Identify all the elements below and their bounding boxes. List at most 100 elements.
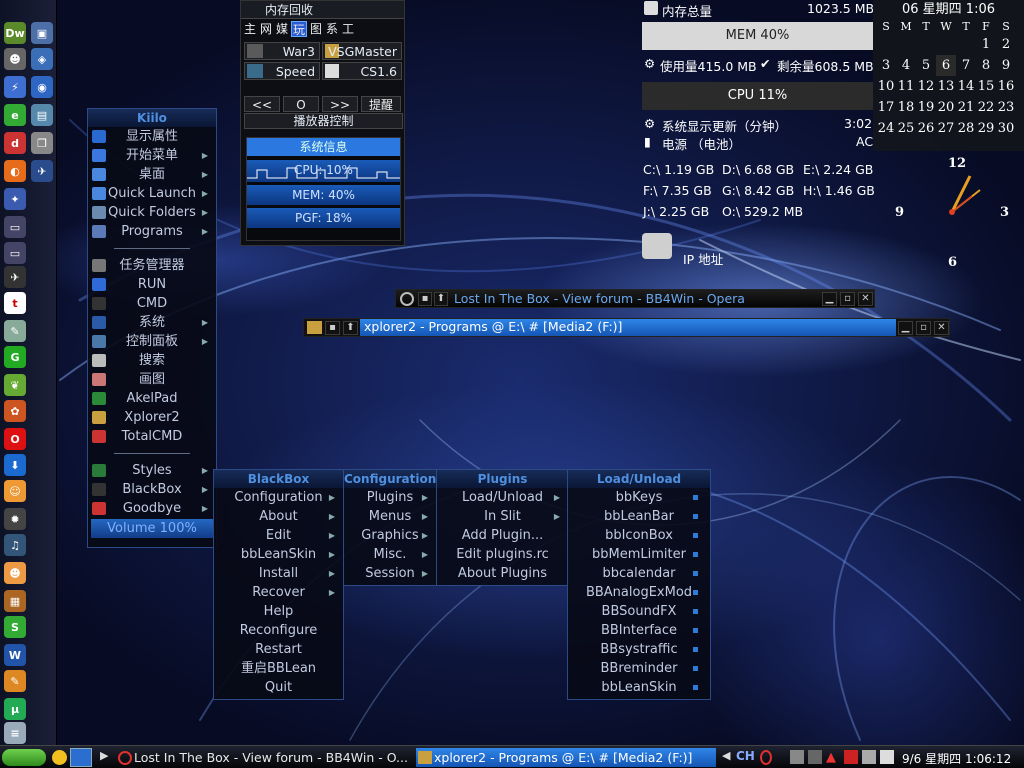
- kiilo-item-blackbox[interactable]: BlackBox ▶: [88, 480, 216, 499]
- plugins-item-add-plugin[interactable]: Add Plugin...: [437, 526, 568, 545]
- xplorer-minimize-button[interactable]: ▁: [898, 321, 913, 335]
- tool-icon[interactable]: ✦: [4, 188, 26, 210]
- blackbox-item-install[interactable]: Install ▶: [214, 564, 343, 583]
- network-icon[interactable]: ◈: [31, 48, 53, 70]
- tray-monitor-icon[interactable]: [808, 750, 822, 764]
- qq-icon[interactable]: ☻: [4, 48, 26, 70]
- tab-system[interactable]: 系: [325, 21, 339, 37]
- plugin-toggle-bbreminder[interactable]: BBreminder: [568, 659, 710, 678]
- calendar-day[interactable]: 17: [876, 97, 896, 118]
- package-icon[interactable]: ▣: [31, 22, 53, 44]
- flower-icon[interactable]: ✿: [4, 400, 26, 422]
- plugins-item-load-unload[interactable]: Load/Unload ▶: [437, 488, 568, 507]
- taskbar-clock[interactable]: 9/6 星期四 1:06:12: [902, 750, 1011, 767]
- tab-net[interactable]: 网: [259, 21, 273, 37]
- taskbar-task-opera[interactable]: Lost In The Box - View forum - BB4Win - …: [116, 748, 412, 767]
- calendar-day[interactable]: 25: [896, 118, 916, 139]
- tray-network-icon[interactable]: [790, 750, 804, 764]
- show-desktop-icon[interactable]: [70, 748, 92, 767]
- xplorer-app-icon[interactable]: [307, 321, 322, 334]
- calendar-day[interactable]: 29: [976, 118, 996, 139]
- xplorer-close-button[interactable]: ✕: [934, 321, 949, 335]
- language-indicator[interactable]: CH: [736, 749, 755, 763]
- kiilo-item-quick-folders[interactable]: Quick Folders ▶: [88, 203, 216, 222]
- calendar-day[interactable]: 16: [996, 76, 1016, 97]
- xplorer-window-titlebar[interactable]: ▪ ⬆ xplorer2 - Programs @ E:\ # [Media2 …: [303, 318, 950, 337]
- opera-minimize-button[interactable]: ▁: [822, 292, 837, 306]
- calendar-day[interactable]: 13: [936, 76, 956, 97]
- tray-arrow-icon[interactable]: ▶: [100, 749, 108, 762]
- kiilo-item-styles[interactable]: Styles ▶: [88, 461, 216, 480]
- tray-collapse-icon[interactable]: ◀: [722, 749, 730, 762]
- plugin-toggle-bbleanbar[interactable]: bbLeanBar: [568, 507, 710, 526]
- stop-button[interactable]: O: [283, 96, 319, 112]
- kiilo-item-[interactable]: 控制面板 ▶: [88, 332, 216, 351]
- game-war3[interactable]: War3: [244, 42, 320, 60]
- calendar-day[interactable]: 24: [876, 118, 896, 139]
- face-icon[interactable]: ☻: [4, 562, 26, 584]
- dictionary-icon[interactable]: d: [4, 132, 26, 154]
- disc-icon[interactable]: ≡: [4, 722, 26, 744]
- calendar-day[interactable]: 23: [996, 97, 1016, 118]
- config-item-session[interactable]: Session ▶: [344, 564, 436, 583]
- plugin-toggle-bbanalogexmod[interactable]: BBAnalogExMod: [568, 583, 710, 602]
- volume-item[interactable]: Volume 100%: [91, 519, 213, 538]
- kiilo-item-quick-launch[interactable]: Quick Launch ▶: [88, 184, 216, 203]
- calendar-day[interactable]: 28: [956, 118, 976, 139]
- bird-icon[interactable]: ✈: [31, 160, 53, 182]
- blackbox-item-reconfigure[interactable]: Reconfigure: [214, 621, 343, 640]
- blackbox-item-edit[interactable]: Edit ▶: [214, 526, 343, 545]
- tab-games[interactable]: 玩: [291, 21, 307, 37]
- taskbar-task-xplorer[interactable]: xplorer2 - Programs @ E:\ # [Media2 (F:)…: [416, 748, 716, 767]
- opera-window-titlebar[interactable]: ▪ ⬆ Lost In The Box - View forum - BB4Wi…: [395, 289, 875, 308]
- tab-tools[interactable]: 工: [341, 21, 355, 37]
- plugins-item-about-plugins[interactable]: About Plugins: [437, 564, 568, 583]
- opera-icon[interactable]: O: [4, 428, 26, 450]
- plugin-toggle-bbcalendar[interactable]: bbcalendar: [568, 564, 710, 583]
- tray-opera-icon[interactable]: [760, 750, 772, 765]
- plugin-toggle-bbsystraffic[interactable]: BBsystraffic: [568, 640, 710, 659]
- plugin-toggle-bbmemlimiter[interactable]: bbMemLimiter: [568, 545, 710, 564]
- blackbox-item-help[interactable]: Help: [214, 602, 343, 621]
- config-item-plugins[interactable]: Plugins ▶: [344, 488, 436, 507]
- calendar-day[interactable]: 1: [976, 34, 996, 55]
- calendar-day[interactable]: 30: [996, 118, 1016, 139]
- calendar-day[interactable]: 15: [976, 76, 996, 97]
- tab-media[interactable]: 媒: [275, 21, 289, 37]
- kiilo-item-programs[interactable]: Programs ▶: [88, 222, 216, 241]
- tray-tool-icon[interactable]: [862, 750, 876, 764]
- blackbox-item-restart[interactable]: Restart: [214, 640, 343, 659]
- calendar-day[interactable]: 5: [916, 55, 936, 76]
- opera-rollup-button[interactable]: ⬆: [434, 292, 448, 306]
- plane-icon[interactable]: ✈: [4, 266, 26, 288]
- opera-maximize-button[interactable]: ▫: [840, 292, 855, 306]
- plugin-toggle-bbiconbox[interactable]: bbIconBox: [568, 526, 710, 545]
- config-item-misc[interactable]: Misc. ▶: [344, 545, 436, 564]
- calendar-day[interactable]: 6: [936, 55, 956, 76]
- game-vsgmaster[interactable]: VSGMaster: [322, 42, 402, 60]
- cartoon-icon[interactable]: ☺: [4, 480, 26, 502]
- kiilo-item-[interactable]: 开始菜单 ▶: [88, 146, 216, 165]
- plugins-item-edit-plugins-rc[interactable]: Edit plugins.rc: [437, 545, 568, 564]
- audio-icon[interactable]: ♫: [4, 534, 26, 556]
- calendar-day[interactable]: 7: [956, 55, 976, 76]
- tab-main[interactable]: 主: [243, 21, 257, 37]
- calendar-day[interactable]: 22: [976, 97, 996, 118]
- plugin-toggle-bbleanskin[interactable]: bbLeanSkin: [568, 678, 710, 697]
- parrot-icon[interactable]: ❦: [4, 374, 26, 396]
- globe-icon[interactable]: ◉: [31, 76, 53, 98]
- kiilo-item-[interactable]: 画图: [88, 370, 216, 389]
- dreamweaver-icon[interactable]: Dw: [4, 22, 26, 44]
- opera-app-icon[interactable]: [400, 292, 414, 306]
- calendar-day[interactable]: 2: [996, 34, 1016, 55]
- gtalk-icon[interactable]: t: [4, 292, 26, 314]
- pen-icon[interactable]: ✎: [4, 670, 26, 692]
- prev-button[interactable]: <<: [244, 96, 280, 112]
- opera-close-button[interactable]: ✕: [858, 292, 873, 306]
- kiilo-item-goodbye[interactable]: Goodbye ▶: [88, 499, 216, 518]
- monitor-icon[interactable]: ▭: [4, 242, 26, 264]
- xplorer-rollup-button[interactable]: ⬆: [343, 321, 358, 335]
- kiilo-item-xplorer2[interactable]: Xplorer2: [88, 408, 216, 427]
- blackbox-item-bbleanskin[interactable]: bbLeanSkin ▶: [214, 545, 343, 564]
- notepad-icon[interactable]: ✎: [4, 320, 26, 342]
